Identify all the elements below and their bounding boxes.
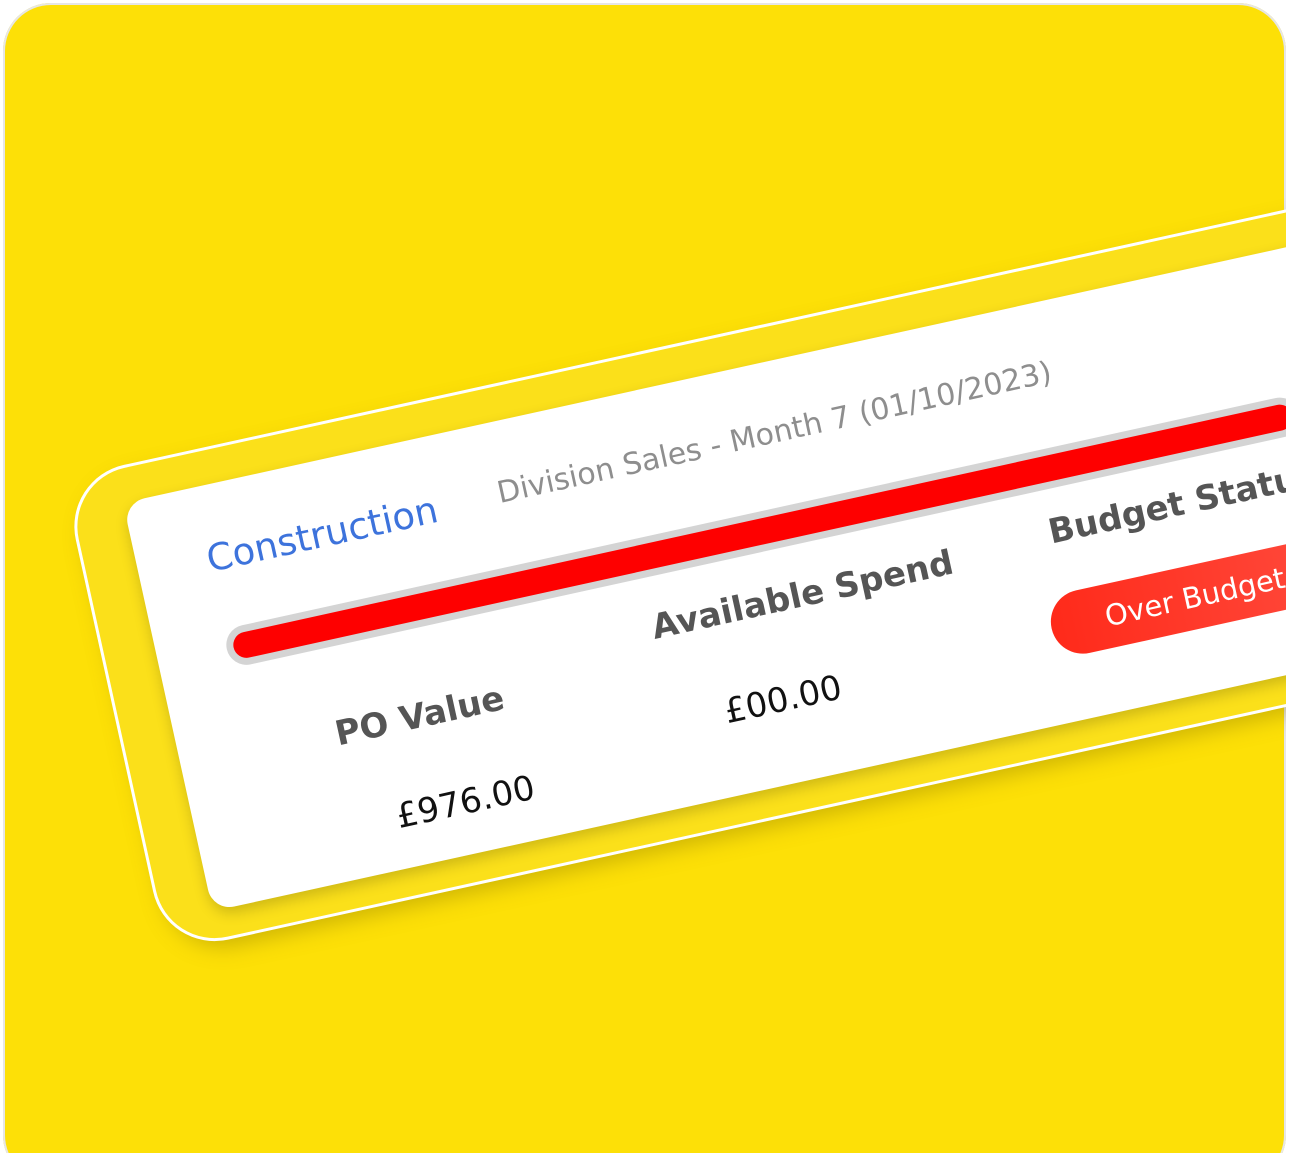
over-budget-badge: Over Budget xyxy=(1044,532,1286,660)
yellow-background-panel: Construction Division Sales - Month 7 (0… xyxy=(3,3,1286,1153)
screenshot-frame: Construction Division Sales - Month 7 (0… xyxy=(0,0,1289,1153)
po-value-label: PO Value xyxy=(331,678,508,755)
division-name[interactable]: Construction xyxy=(203,488,442,581)
po-value-amount: £976.00 xyxy=(392,767,539,838)
available-spend-amount: £00.00 xyxy=(720,667,846,733)
